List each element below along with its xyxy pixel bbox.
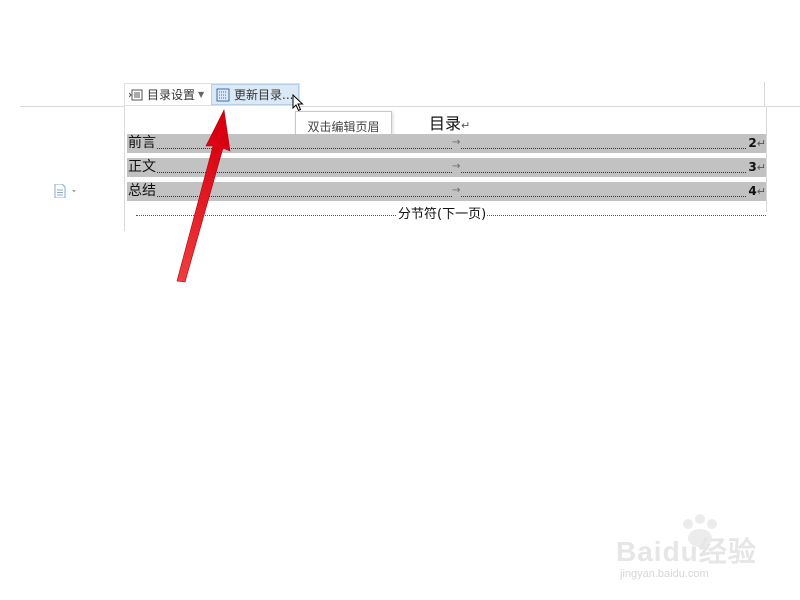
watermark-url: jingyan.baidu.com	[620, 568, 709, 580]
watermark-brand: Baidu经验	[616, 536, 757, 567]
document-page: 目录设置 ▼ 更新目录... 双击编辑页眉 目录↵ 前言 → 2↵ 正文 → 3…	[0, 0, 800, 600]
toc-update-label: 更新目录...	[234, 88, 294, 102]
document-icon[interactable]	[54, 183, 80, 199]
toc-entry[interactable]: 总结 → 4↵	[127, 182, 766, 201]
toc-entry-page-number: 4	[748, 184, 757, 198]
toc-title: 目录↵	[429, 110, 470, 134]
toc-entry[interactable]: 前言 → 2↵	[127, 134, 766, 153]
section-break-label: 分节符(下一页)	[397, 207, 488, 223]
toc-entry[interactable]: 正文 → 3↵	[127, 158, 766, 177]
header-guide-line-right	[300, 106, 764, 107]
baidu-watermark: Baidu经验 jingyan.baidu.com	[612, 510, 792, 585]
margin-corner-top-right	[764, 82, 765, 106]
toc-entry-label: 总结	[128, 182, 157, 201]
toc-entry-label: 前言	[128, 134, 157, 153]
tooltip-text: 双击编辑页眉	[307, 119, 380, 134]
paragraph-mark: ↵	[756, 161, 766, 174]
section-break: 分节符(下一页)	[136, 207, 766, 223]
toc-settings-label: 目录设置	[147, 88, 196, 102]
toc-entry-page: 2↵	[747, 134, 766, 153]
toc-settings-button[interactable]: 目录设置 ▼	[125, 84, 211, 105]
paragraph-mark: ↵	[461, 119, 471, 132]
paragraph-mark: ↵	[756, 185, 766, 198]
margin-guide-right	[766, 106, 767, 212]
mouse-cursor-icon	[292, 93, 306, 112]
toc-entry-page-number: 2	[748, 136, 757, 150]
toc-entry-page: 4↵	[747, 182, 766, 201]
toc-toolbar: 目录设置 ▼ 更新目录...	[124, 83, 300, 106]
chevron-down-icon: ▼	[198, 90, 205, 99]
tab-mark: →	[452, 134, 461, 151]
tab-mark: →	[452, 182, 461, 199]
header-guide-line-left	[20, 106, 124, 107]
paragraph-mark: ↵	[756, 137, 766, 150]
toc-entry-label: 正文	[128, 158, 157, 177]
toc-update-icon	[216, 88, 230, 102]
header-guide-line-margin	[764, 106, 800, 107]
toc-settings-icon	[128, 88, 143, 102]
toc-title-text: 目录	[429, 114, 462, 133]
toc-entry-page-number: 3	[748, 160, 757, 174]
toc-entry-page: 3↵	[747, 158, 766, 177]
margin-guide-left	[124, 106, 125, 231]
toc-update-button[interactable]: 更新目录...	[211, 84, 299, 105]
tab-mark: →	[452, 158, 461, 175]
